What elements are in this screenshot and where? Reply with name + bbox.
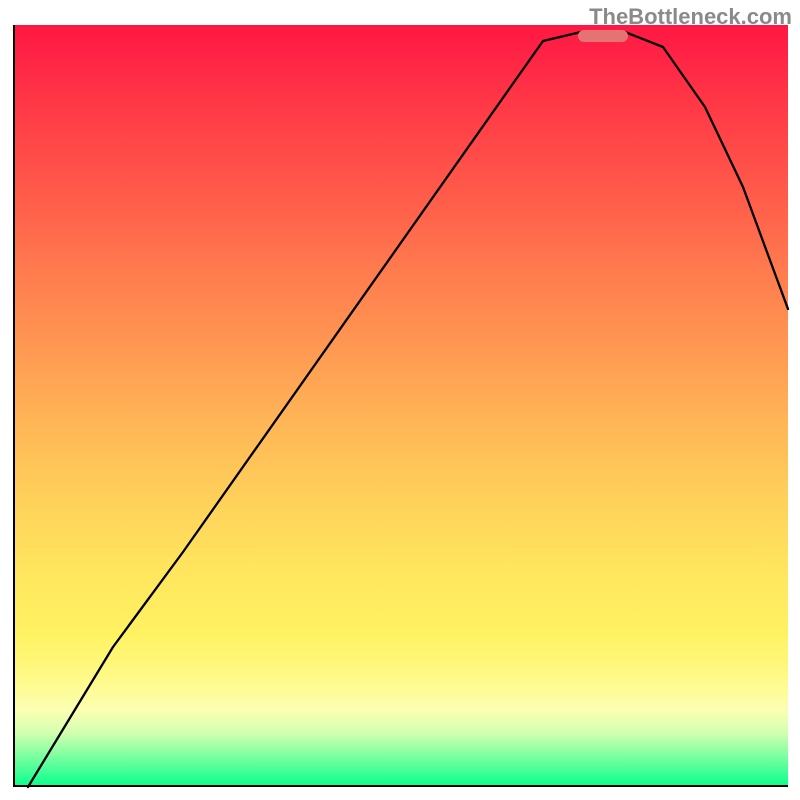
bottleneck-curve (13, 25, 788, 787)
y-axis-line (13, 25, 15, 787)
optimal-range-marker (578, 30, 628, 42)
bottleneck-chart: TheBottleneck.com (0, 0, 800, 800)
x-axis-line (13, 785, 788, 787)
watermark-text: TheBottleneck.com (589, 4, 792, 30)
bottleneck-curve-path (28, 32, 788, 787)
